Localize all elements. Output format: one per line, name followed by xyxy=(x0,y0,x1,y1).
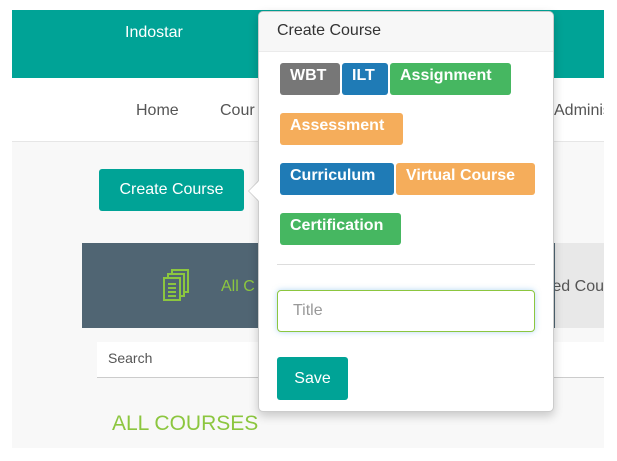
tab-all-courses[interactable]: All C xyxy=(221,278,255,296)
brand-name[interactable]: Indostar xyxy=(125,24,183,42)
divider xyxy=(277,264,535,265)
save-button[interactable]: Save xyxy=(277,357,348,400)
course-type-assessment[interactable]: Assessment xyxy=(280,113,403,145)
course-type-certification[interactable]: Certification xyxy=(280,213,401,245)
popover-arrow-inner xyxy=(249,181,259,201)
course-type-virtual-course[interactable]: Virtual Course xyxy=(396,163,535,195)
nav-administration[interactable]: Adminis xyxy=(554,102,604,120)
course-type-ilt[interactable]: ILT xyxy=(342,63,388,95)
create-course-button[interactable]: Create Course xyxy=(99,169,244,211)
course-type-assignment[interactable]: Assignment xyxy=(390,63,511,95)
course-type-wbt[interactable]: WBT xyxy=(280,63,340,95)
tab-completed-courses[interactable]: ed Cou xyxy=(555,278,604,296)
section-title: ALL COURSES xyxy=(112,412,259,435)
title-input[interactable] xyxy=(277,290,535,332)
nav-home[interactable]: Home xyxy=(136,102,179,120)
popover-title: Create Course xyxy=(259,12,553,52)
nav-courses[interactable]: Cour xyxy=(220,102,258,120)
course-type-curriculum[interactable]: Curriculum xyxy=(280,163,394,195)
documents-icon xyxy=(162,268,190,307)
